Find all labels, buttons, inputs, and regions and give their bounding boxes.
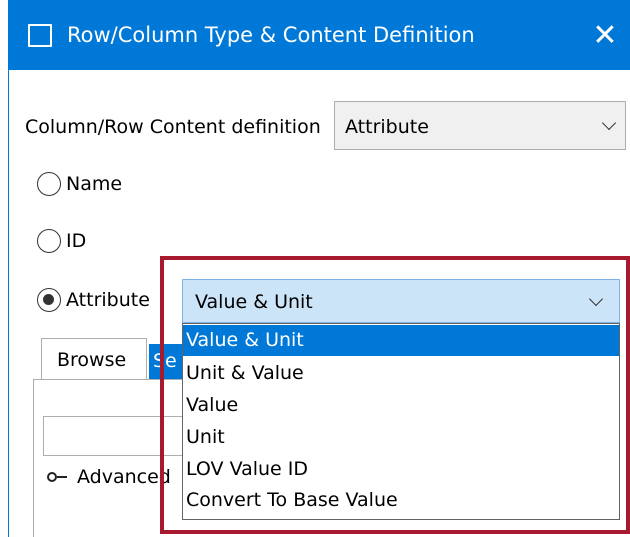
advanced-label: Advanced bbox=[77, 466, 171, 488]
radio-button-attribute[interactable] bbox=[37, 288, 61, 312]
chevron-down-icon bbox=[601, 115, 617, 131]
annotation-highlight-box bbox=[160, 256, 630, 534]
content-definition-value: Attribute bbox=[345, 116, 429, 138]
radio-name[interactable]: Name bbox=[37, 172, 122, 196]
close-icon: ✕ bbox=[592, 18, 618, 53]
content-definition-label: Column/Row Content definition bbox=[25, 116, 321, 138]
key-icon bbox=[47, 470, 75, 484]
radio-id[interactable]: ID bbox=[37, 229, 86, 253]
radio-button-id[interactable] bbox=[37, 229, 61, 253]
radio-id-label: ID bbox=[66, 230, 87, 252]
advanced-link[interactable]: Advanced bbox=[47, 466, 171, 488]
dialog-window: Row/Column Type & Content Definition ✕ C… bbox=[8, 0, 630, 537]
radio-attribute[interactable]: Attribute bbox=[37, 288, 150, 312]
tab-browse[interactable]: Browse bbox=[41, 338, 147, 380]
window-icon bbox=[28, 24, 52, 47]
tab-browse-label: Browse bbox=[57, 349, 127, 371]
radio-button-name[interactable] bbox=[37, 172, 61, 196]
window-title: Row/Column Type & Content Definition bbox=[67, 23, 475, 47]
content-definition-dropdown[interactable]: Attribute bbox=[334, 101, 626, 150]
close-button[interactable]: ✕ bbox=[583, 14, 627, 58]
radio-attribute-label: Attribute bbox=[66, 289, 150, 311]
title-bar: Row/Column Type & Content Definition ✕ bbox=[9, 0, 630, 70]
radio-name-label: Name bbox=[66, 173, 123, 195]
